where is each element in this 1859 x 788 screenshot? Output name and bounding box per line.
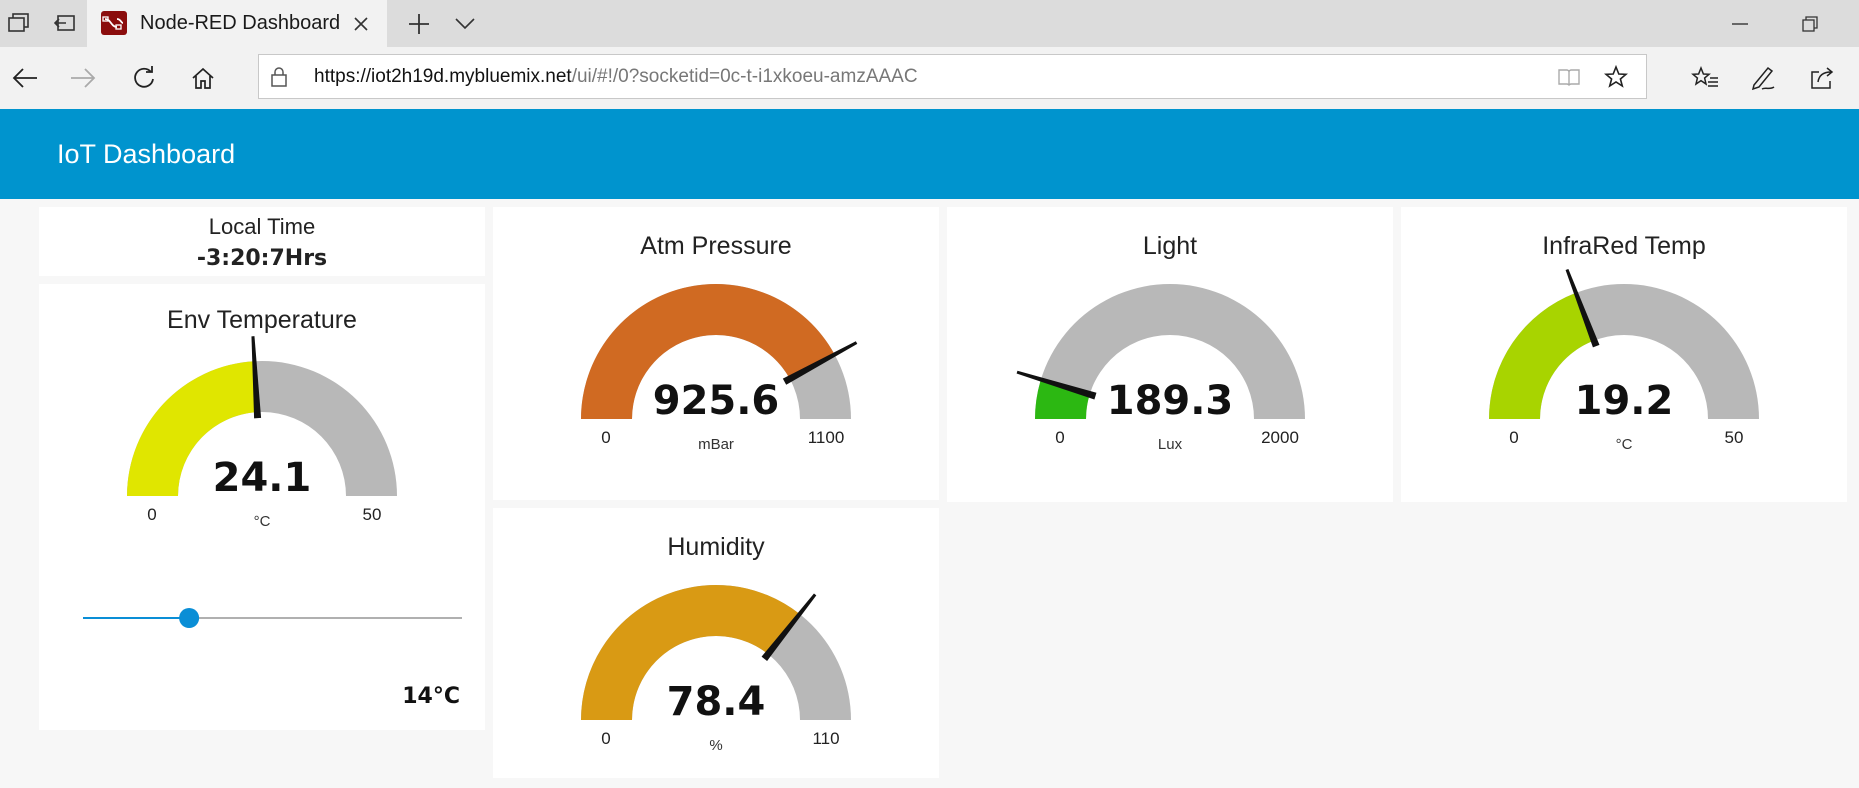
url-text[interactable]: https://iot2h19d.mybluemix.net/ui/#!/0?s… (314, 66, 918, 88)
gauge-min-label: 0 (601, 428, 610, 447)
infrared-temp-gauge: 19.2 0 50 °C (1489, 268, 1759, 453)
address-bar[interactable]: https://iot2h19d.mybluemix.net/ui/#!/0?s… (258, 54, 1647, 99)
pen-notes-icon[interactable] (1746, 63, 1780, 93)
gauge-max-label: 50 (363, 505, 382, 524)
new-tab-icon[interactable] (404, 10, 434, 38)
gauge-value: 925.6 (653, 378, 780, 424)
browser-tab-bar: Node-RED Dashboard (0, 0, 1859, 47)
gauge-unit: Lux (1158, 436, 1183, 453)
atm-pressure-gauge: 925.6 0 1100 mBar (581, 284, 858, 453)
gauge-min-label: 0 (147, 505, 156, 524)
gauge-value: 78.4 (667, 679, 766, 725)
gauge-value: 189.3 (1107, 378, 1234, 424)
atm-pressure-card: Atm Pressure 925.6 0 1100 mBar (493, 207, 939, 500)
favorite-star-icon[interactable] (1601, 64, 1631, 90)
humidity-gauge: 78.4 0 110% (581, 585, 851, 754)
share-icon[interactable] (1805, 63, 1839, 93)
gauge-value: 19.2 (1575, 378, 1674, 424)
gauge-unit: mBar (698, 436, 734, 453)
home-icon[interactable] (186, 63, 220, 93)
dashboard-title: IoT Dashboard (57, 139, 236, 169)
set-aside-tabs-icon[interactable] (50, 10, 80, 36)
gauge-min-label: 0 (1509, 428, 1518, 447)
lock-icon (269, 66, 289, 88)
url-host: https://iot2h19d.mybluemix.net (314, 66, 572, 87)
browser-toolbar: https://iot2h19d.mybluemix.net/ui/#!/0?s… (0, 47, 1859, 110)
slider-thumb[interactable] (179, 608, 200, 628)
humidity-card: Humidity 78.4 0 110% (493, 508, 939, 778)
back-arrow-icon[interactable] (8, 63, 42, 93)
gauge-unit: % (709, 737, 722, 754)
infrared-temp-card: InfraRed Temp 19.2 0 50 °C (1401, 207, 1847, 502)
tab-actions-icon[interactable] (4, 10, 34, 36)
slider-value-readout: 14°C (402, 684, 460, 709)
url-path: /ui/#!/0?socketid=0c-t-i1xkoeu-amzAAAC (571, 66, 918, 87)
node-red-favicon-icon (101, 11, 127, 35)
gauge-unit: °C (254, 513, 271, 530)
gauge-min-label: 0 (601, 729, 610, 748)
favorites-hub-icon[interactable] (1688, 63, 1722, 93)
temperature-setpoint-slider[interactable] (39, 598, 485, 638)
gauge-max-label: 2000 (1261, 428, 1299, 447)
browser-tab[interactable]: Node-RED Dashboard (87, 0, 387, 47)
local-time-label: Local Time (208, 214, 316, 239)
gauge-value: 24.1 (213, 455, 312, 501)
env-temperature-gauge: 24.1 0 50 °C (127, 336, 397, 530)
forward-arrow-icon[interactable] (66, 63, 100, 93)
gauge-max-label: 1100 (808, 428, 845, 447)
gauge-min-label: 0 (1055, 428, 1064, 447)
dashboard-header: IoT Dashboard (0, 109, 1859, 199)
local-time-value: -3:20:7Hrs (196, 246, 328, 271)
tab-title: Node-RED Dashboard (140, 12, 341, 34)
reading-view-icon[interactable] (1555, 65, 1583, 89)
refresh-icon[interactable] (128, 63, 160, 93)
local-time-card: Local Time -3:20:7Hrs (39, 207, 485, 276)
tab-preview-chevron-down-icon[interactable] (452, 12, 478, 36)
light-gauge: 189.3 0 2000 Lux (1016, 284, 1305, 453)
restore-window-icon[interactable] (1795, 12, 1825, 36)
gauge-max-label: 50 (1725, 428, 1744, 447)
close-tab-icon[interactable] (349, 12, 373, 36)
gauge-max-label: 110 (812, 729, 839, 748)
gauge-unit: °C (1616, 436, 1633, 453)
light-card: Light 189.3 0 2000 Lux (947, 207, 1393, 502)
minimize-window-icon[interactable] (1725, 12, 1755, 36)
env-temperature-card: Env Temperature 24.1 0 50 °C 14°C (39, 284, 485, 730)
